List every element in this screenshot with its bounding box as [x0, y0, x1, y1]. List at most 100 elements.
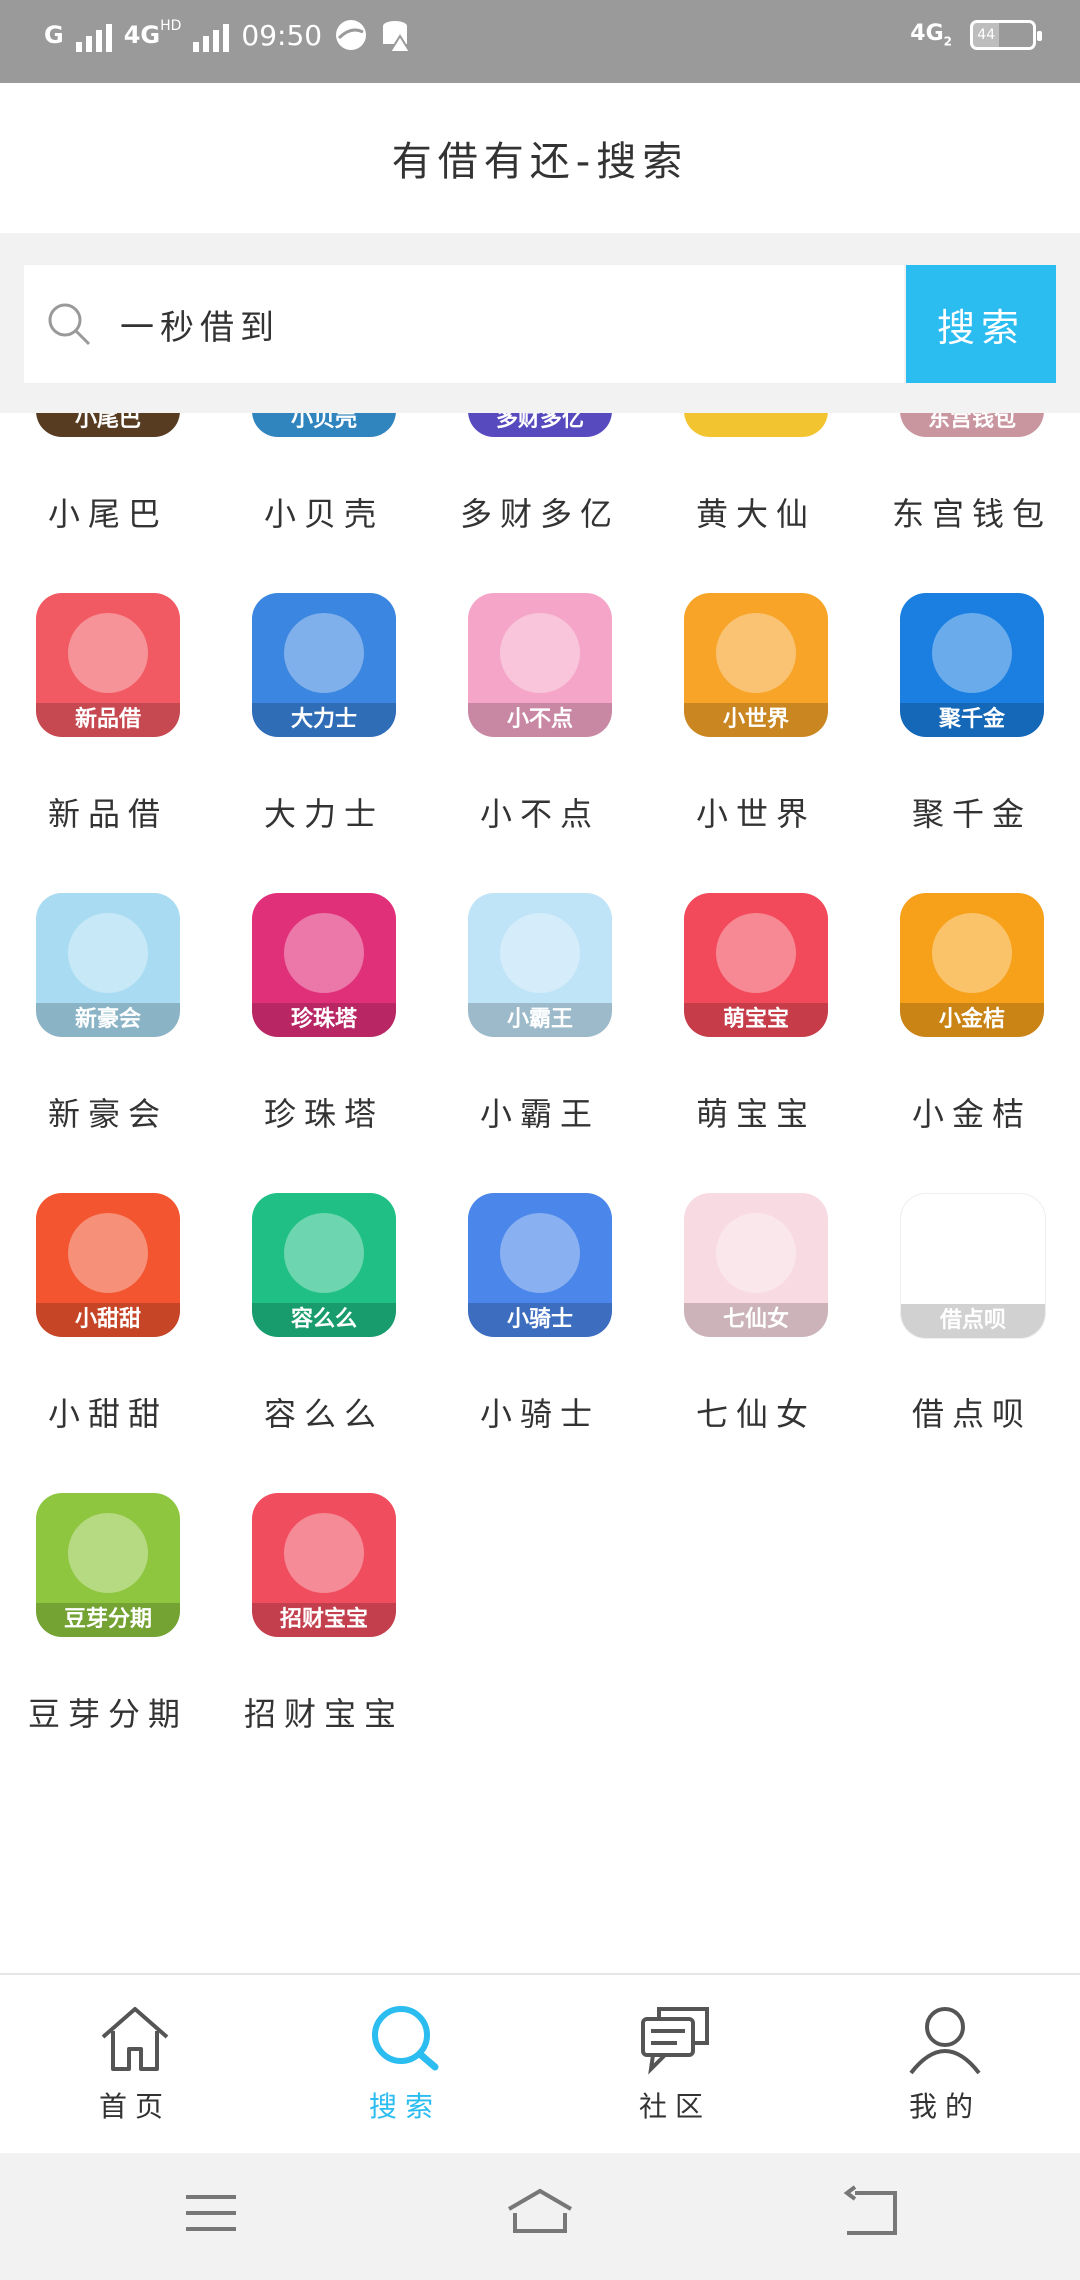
app-item[interactable]: 黄大仙 [648, 413, 864, 543]
app-item[interactable]: 大力士 大力士 [216, 593, 432, 843]
app-label: 小甜甜 [47, 1395, 168, 1433]
home-nav-icon[interactable] [505, 2183, 575, 2243]
app-item[interactable]: 容么么 容么么 [216, 1193, 432, 1443]
bottom-tab-bar: 首页 搜索 社区 我的 [0, 1973, 1080, 2155]
system-nav-bar [0, 2153, 1080, 2280]
app-icon: 小霸王 [468, 893, 612, 1037]
app-icon: 借点呗 [900, 1193, 1046, 1339]
app-label: 萌宝宝 [695, 1095, 816, 1133]
app-icon: 招财宝宝 [252, 1493, 396, 1637]
search-button[interactable]: 搜索 [906, 265, 1056, 383]
tab-search[interactable]: 搜索 [270, 1975, 540, 2155]
app-icon-tag: 小贝壳 [252, 413, 396, 437]
app-item[interactable]: 珍珠塔 珍珠塔 [216, 893, 432, 1143]
tab-mine[interactable]: 我的 [810, 1975, 1080, 2155]
app-icon-tag: 小不点 [468, 703, 612, 737]
status-right: 4G2 44 [910, 20, 1042, 50]
page-title: 有借有还-搜索 [391, 139, 689, 185]
app-item[interactable]: 东宫钱包 东宫钱包 [864, 413, 1080, 543]
app-label: 珍珠塔 [263, 1095, 384, 1133]
app-item[interactable]: 小不点 小不点 [432, 593, 648, 843]
app-emblem [68, 613, 148, 693]
app-icon: 豆芽分期 [36, 1493, 180, 1637]
app-icon-tag: 招财宝宝 [252, 1603, 396, 1637]
app-icon-tag: 小金桔 [900, 1003, 1044, 1037]
app-item[interactable]: 萌宝宝 萌宝宝 [648, 893, 864, 1143]
app-icon-tag: 小骑士 [468, 1303, 612, 1337]
app-emblem [68, 1513, 148, 1593]
app-label: 豆芽分期 [27, 1695, 188, 1733]
app-emblem [68, 1213, 148, 1293]
app-icon-tag: 小世界 [684, 703, 828, 737]
app-label: 容么么 [263, 1395, 384, 1433]
app-icon-tag: 多财多亿 [468, 413, 612, 437]
tab-search-label: 搜索 [368, 2090, 441, 2123]
app-icon-tag: 聚千金 [900, 703, 1044, 737]
app-item[interactable]: 多财多亿 多财多亿 [432, 413, 648, 543]
app-label: 借点呗 [911, 1395, 1032, 1433]
app-label: 小世界 [695, 795, 816, 833]
app-item[interactable]: 新豪会 新豪会 [0, 893, 216, 1143]
app-item[interactable]: 小骑士 小骑士 [432, 1193, 648, 1443]
user-icon [909, 2007, 981, 2075]
app-icon: 小贝壳 [252, 413, 396, 437]
app-emblem [284, 613, 364, 693]
app-emblem [716, 913, 796, 993]
app-icon: 小骑士 [468, 1193, 612, 1337]
app-icon-tag: 小甜甜 [36, 1303, 180, 1337]
app-icon: 多财多亿 [468, 413, 612, 437]
signal-icon-1 [75, 18, 112, 52]
network-label-3-main: 4G [910, 21, 944, 47]
battery-icon: 44 [970, 20, 1042, 50]
app-item[interactable]: 七仙女 七仙女 [648, 1193, 864, 1443]
storage-warning-icon [383, 21, 412, 52]
network-label-2-sup: HD [160, 18, 182, 34]
app-item[interactable]: 小霸王 小霸王 [432, 893, 648, 1143]
app-item[interactable]: 豆芽分期 豆芽分期 [0, 1493, 216, 1743]
app-item[interactable]: 小世界 小世界 [648, 593, 864, 843]
app-item[interactable]: 小贝壳 小贝壳 [216, 413, 432, 543]
network-label-3: 4G2 [910, 21, 952, 48]
app-emblem [68, 913, 148, 993]
tab-home[interactable]: 首页 [0, 1975, 270, 2155]
app-item[interactable]: 小甜甜 小甜甜 [0, 1193, 216, 1443]
app-icon: 聚千金 [900, 593, 1044, 737]
app-item[interactable]: 新品借 新品借 [0, 593, 216, 843]
battery-level: 44 [973, 23, 1000, 47]
app-icon-tag: 新豪会 [36, 1003, 180, 1037]
app-item[interactable]: 招财宝宝 招财宝宝 [216, 1493, 432, 1743]
search-area: 搜索 [0, 233, 1080, 413]
app-item[interactable]: 借点呗 借点呗 [864, 1193, 1080, 1443]
page-header: 有借有还-搜索 [0, 83, 1080, 233]
app-label: 新品借 [47, 795, 168, 833]
app-icon-tag: 容么么 [252, 1303, 396, 1337]
search-box[interactable] [24, 265, 904, 383]
app-icon: 小甜甜 [36, 1193, 180, 1337]
app-item[interactable]: 聚千金 聚千金 [864, 593, 1080, 843]
app-label: 黄大仙 [695, 495, 816, 533]
app-icon: 小世界 [684, 593, 828, 737]
app-emblem [284, 913, 364, 993]
app-grid: 小尾巴 小尾巴 小贝壳 小贝壳 多财多亿 多财多亿 黄大仙 东宫钱包 东宫钱包 新品借 新品借 大力士… [0, 413, 1080, 1973]
app-emblem [500, 913, 580, 993]
menu-icon[interactable] [176, 2183, 246, 2243]
clock: 09:50 [241, 18, 323, 52]
app-emblem [932, 613, 1012, 693]
app-icon: 小金桔 [900, 893, 1044, 1037]
app-item[interactable]: 小金桔 小金桔 [864, 893, 1080, 1143]
search-input[interactable] [120, 265, 880, 383]
back-icon[interactable] [835, 2183, 905, 2243]
app-label: 小不点 [479, 795, 600, 833]
app-emblem [716, 1213, 796, 1293]
app-icon-tag: 豆芽分期 [36, 1603, 180, 1637]
app-item[interactable]: 小尾巴 小尾巴 [0, 413, 216, 543]
app-label: 小贝壳 [263, 495, 384, 533]
network-label-2: 4G [123, 21, 161, 49]
app-icon-tag: 新品借 [36, 703, 180, 737]
network-label-1: G [44, 21, 64, 49]
chat-icon [641, 2007, 709, 2075]
app-icon [684, 413, 828, 437]
app-icon: 新豪会 [36, 893, 180, 1037]
tab-community[interactable]: 社区 [540, 1975, 810, 2155]
app-label: 招财宝宝 [243, 1695, 404, 1733]
